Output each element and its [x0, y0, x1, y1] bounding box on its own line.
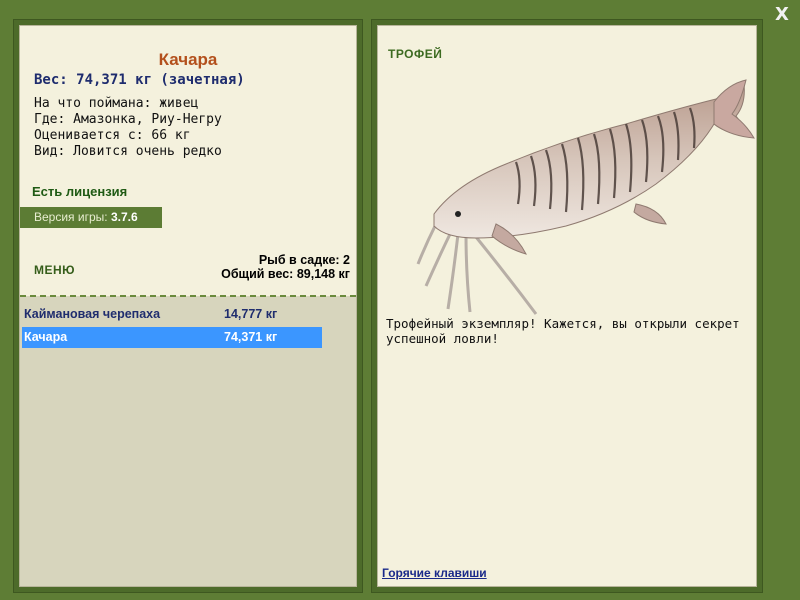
menu-button[interactable]: МЕНЮ	[34, 263, 75, 277]
fish-details: Качара Вес: 74,371 кг (зачетная) На что …	[20, 26, 356, 296]
version-label: Версия игры:	[34, 210, 108, 224]
divider	[20, 295, 356, 297]
fish-list-name: Каймановая черепаха	[24, 307, 161, 321]
list-item[interactable]: Каймановая черепаха 14,777 кг	[22, 304, 322, 325]
rarity: Вид: Ловится очень редко	[34, 144, 222, 159]
hotkeys-link[interactable]: Горячие клавиши	[382, 566, 487, 580]
cage-total-weight: Общий вес: 89,148 кг	[221, 267, 350, 281]
catfish-image	[416, 79, 755, 315]
trophy-panel: ТРОФЕЙ Трофейный экземпляр! Кажется, вы …	[377, 25, 757, 587]
trophy-description: Трофейный экземпляр! Кажется, вы открыли…	[386, 316, 740, 346]
fish-weight: Вес: 74,371 кг (зачетная)	[34, 72, 245, 88]
version-value: 3.7.6	[110, 210, 138, 224]
rated-from: Оценивается с: 66 кг	[34, 128, 191, 143]
fish-list: Каймановая черепаха 14,777 кг Качара 74,…	[22, 304, 322, 350]
list-item-selected[interactable]: Качара 74,371 кг	[22, 327, 322, 348]
license-status: Есть лицензия	[32, 184, 128, 199]
caught-on: На что поймана: живец	[34, 96, 199, 111]
game-version: Версия игры: 3.7.6	[20, 207, 162, 228]
fish-name: Качара	[158, 50, 218, 69]
cage-count: Рыб в садке: 2	[258, 253, 350, 267]
close-button[interactable]: X	[772, 4, 792, 26]
fish-list-name: Качара	[24, 330, 68, 344]
location: Где: Амазонка, Риу-Негру	[34, 112, 222, 127]
fish-list-weight: 74,371 кг	[224, 330, 278, 344]
fish-list-weight: 14,777 кг	[224, 307, 278, 321]
fish-info-panel: Качара Вес: 74,371 кг (зачетная) На что …	[19, 25, 357, 587]
cage-summary: Рыб в садке: 2 Общий вес: 89,148 кг	[221, 253, 350, 281]
